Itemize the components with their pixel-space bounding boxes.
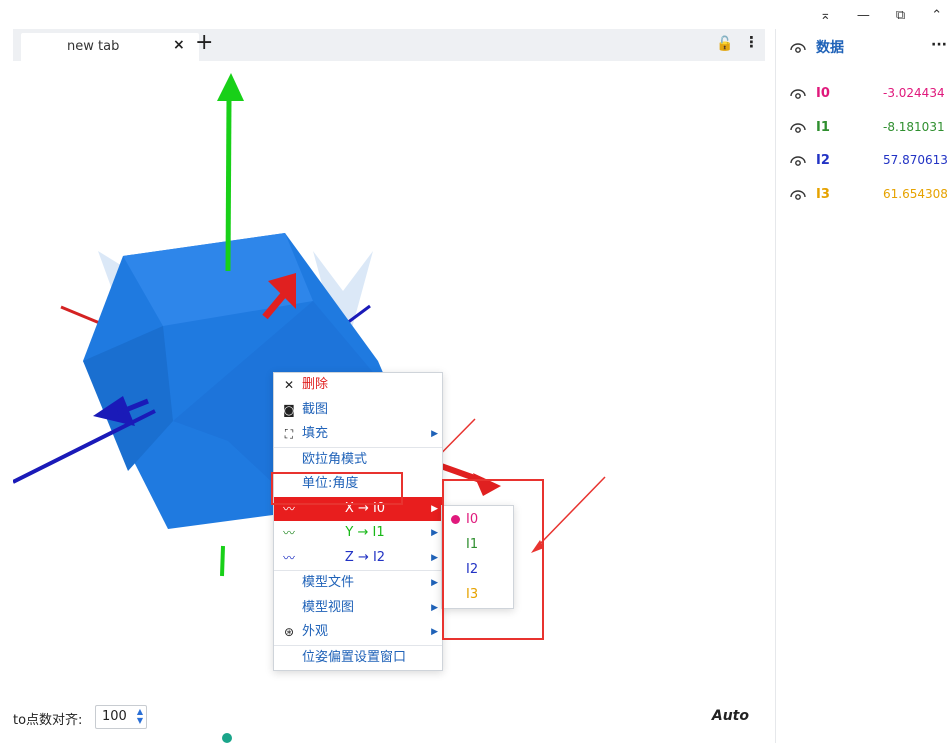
menu-item-label: 模型视图 — [302, 599, 355, 615]
spinbox-value: 100 — [102, 709, 127, 724]
menu-item-appearance[interactable]: ⊛ 外观 ▶ — [274, 620, 442, 645]
submenu-arrow-icon: ▶ — [431, 552, 438, 563]
submenu-arrow-icon: ▶ — [431, 602, 438, 613]
channel-name: I0 — [816, 85, 830, 101]
menu-item-screenshot[interactable]: ◙ 截图 — [274, 398, 442, 423]
channel-value: 61.654308 — [883, 187, 948, 201]
spinbox-arrows[interactable]: ▲ ▼ — [137, 707, 143, 725]
context-menu: ✕ 删除 ◙ 截图 ⛶ 填充 ▶ 欧拉角模式 单位:角度 〰 X → I0 ▶ … — [273, 372, 443, 671]
data-row-i2[interactable]: I2 57.870613 — [790, 149, 949, 171]
status-dot — [222, 733, 232, 743]
menu-item-pose-offset-window[interactable]: 位姿偏置设置窗口 — [274, 646, 442, 671]
pin-icon[interactable]: ⌅ — [820, 8, 831, 23]
tab-new-tab[interactable]: new tab × — [21, 33, 199, 61]
unlock-icon[interactable]: 🔓 — [716, 36, 733, 52]
menu-item-y-mapping[interactable]: 〰 Y → I1 ▶ — [274, 521, 442, 546]
menu-item-label: Y → I1 — [345, 525, 385, 540]
more-vert-button[interactable]: ⋮ — [744, 33, 759, 51]
channel-value: -3.024434 — [883, 86, 945, 100]
menu-item-label: 截图 — [302, 401, 329, 417]
menu-item-label: 欧拉角模式 — [302, 451, 368, 467]
submenu-arrow-icon: ▶ — [431, 578, 438, 588]
submenu-arrow-icon: ▶ — [431, 627, 438, 637]
screenshot-icon: ◙ — [283, 402, 295, 417]
spin-up-icon[interactable]: ▲ — [137, 707, 143, 716]
expand-icon[interactable]: ⌃ — [931, 8, 942, 23]
menu-item-delete[interactable]: ✕ 删除 — [274, 373, 442, 398]
panel-title: 数据 — [816, 40, 844, 56]
eye-icon[interactable] — [790, 87, 806, 99]
data-row-i3[interactable]: I3 61.654308 — [790, 183, 949, 205]
data-row-i0[interactable]: I0 -3.024434 — [790, 82, 949, 104]
eye-icon[interactable] — [790, 154, 806, 166]
align-label: to点数对齐: — [13, 713, 83, 728]
panel-header: 数据 — [790, 37, 844, 57]
waveform-icon: 〰 — [282, 550, 295, 565]
restore-button[interactable]: ⧉ — [896, 8, 905, 23]
appearance-icon: ⊛ — [283, 625, 295, 639]
menu-item-label: 位姿偏置设置窗口 — [302, 649, 407, 665]
bottom-bar: to点数对齐: 100 ▲ ▼ Auto — [13, 705, 765, 731]
channel-name: I3 — [816, 186, 830, 202]
menu-item-euler-mode[interactable]: 欧拉角模式 — [274, 448, 442, 473]
annotation-arrow-2 — [536, 476, 606, 548]
channel-value: -8.181031 — [883, 120, 945, 134]
window-controls: ⌅ — ⧉ ⌃ — [820, 4, 949, 26]
close-icon: ✕ — [283, 378, 295, 392]
eye-icon[interactable] — [790, 121, 806, 133]
data-panel: 数据 ··· I0 -3.024434 I1 -8.181031 I2 57.8… — [775, 29, 949, 743]
menu-item-fill[interactable]: ⛶ 填充 ▶ — [274, 422, 442, 447]
submenu-arrow-icon: ▶ — [431, 429, 438, 439]
panel-more-button[interactable]: ··· — [931, 37, 947, 53]
spin-down-icon[interactable]: ▼ — [137, 716, 143, 725]
add-tab-button[interactable]: + — [195, 30, 213, 55]
waveform-icon: 〰 — [282, 526, 295, 540]
y-axis-green-arrowhead — [217, 73, 244, 101]
submenu-arrow-icon: ▶ — [431, 528, 438, 538]
tab-close-button[interactable]: × — [173, 37, 185, 53]
auto-mode-label[interactable]: Auto — [712, 708, 749, 724]
submenu-arrow-icon: ▶ — [431, 503, 438, 514]
menu-item-model-file[interactable]: 模型文件 ▶ — [274, 571, 442, 596]
menu-item-label: 模型文件 — [302, 575, 355, 590]
menu-item-z-mapping[interactable]: 〰 Z → I2 ▶ — [274, 546, 442, 571]
menu-item-label: 外观 — [302, 624, 329, 639]
eye-icon[interactable] — [790, 188, 806, 200]
channel-name: I2 — [816, 152, 830, 168]
data-row-i1[interactable]: I1 -8.181031 — [790, 116, 949, 138]
fill-icon: ⛶ — [284, 427, 294, 441]
menu-item-label: 填充 — [302, 426, 329, 441]
annotation-box-unit — [271, 472, 403, 505]
menu-item-label: Z → I2 — [344, 549, 386, 565]
eye-icon[interactable] — [790, 41, 806, 53]
minimize-button[interactable]: — — [857, 8, 870, 23]
menu-item-label: 删除 — [302, 377, 329, 392]
menu-item-model-view[interactable]: 模型视图 ▶ — [274, 596, 442, 621]
annotation-box-submenu — [442, 479, 544, 640]
channel-value: 57.870613 — [883, 153, 948, 167]
tab-title: new tab — [67, 39, 120, 54]
tab-strip: new tab × + 🔓 ⋮ — [13, 29, 765, 61]
align-count-spinbox[interactable]: 100 ▲ ▼ — [95, 705, 147, 729]
y-axis-green-bottom — [220, 545, 225, 577]
channel-name: I1 — [816, 119, 830, 135]
y-axis-green-line — [225, 98, 232, 272]
